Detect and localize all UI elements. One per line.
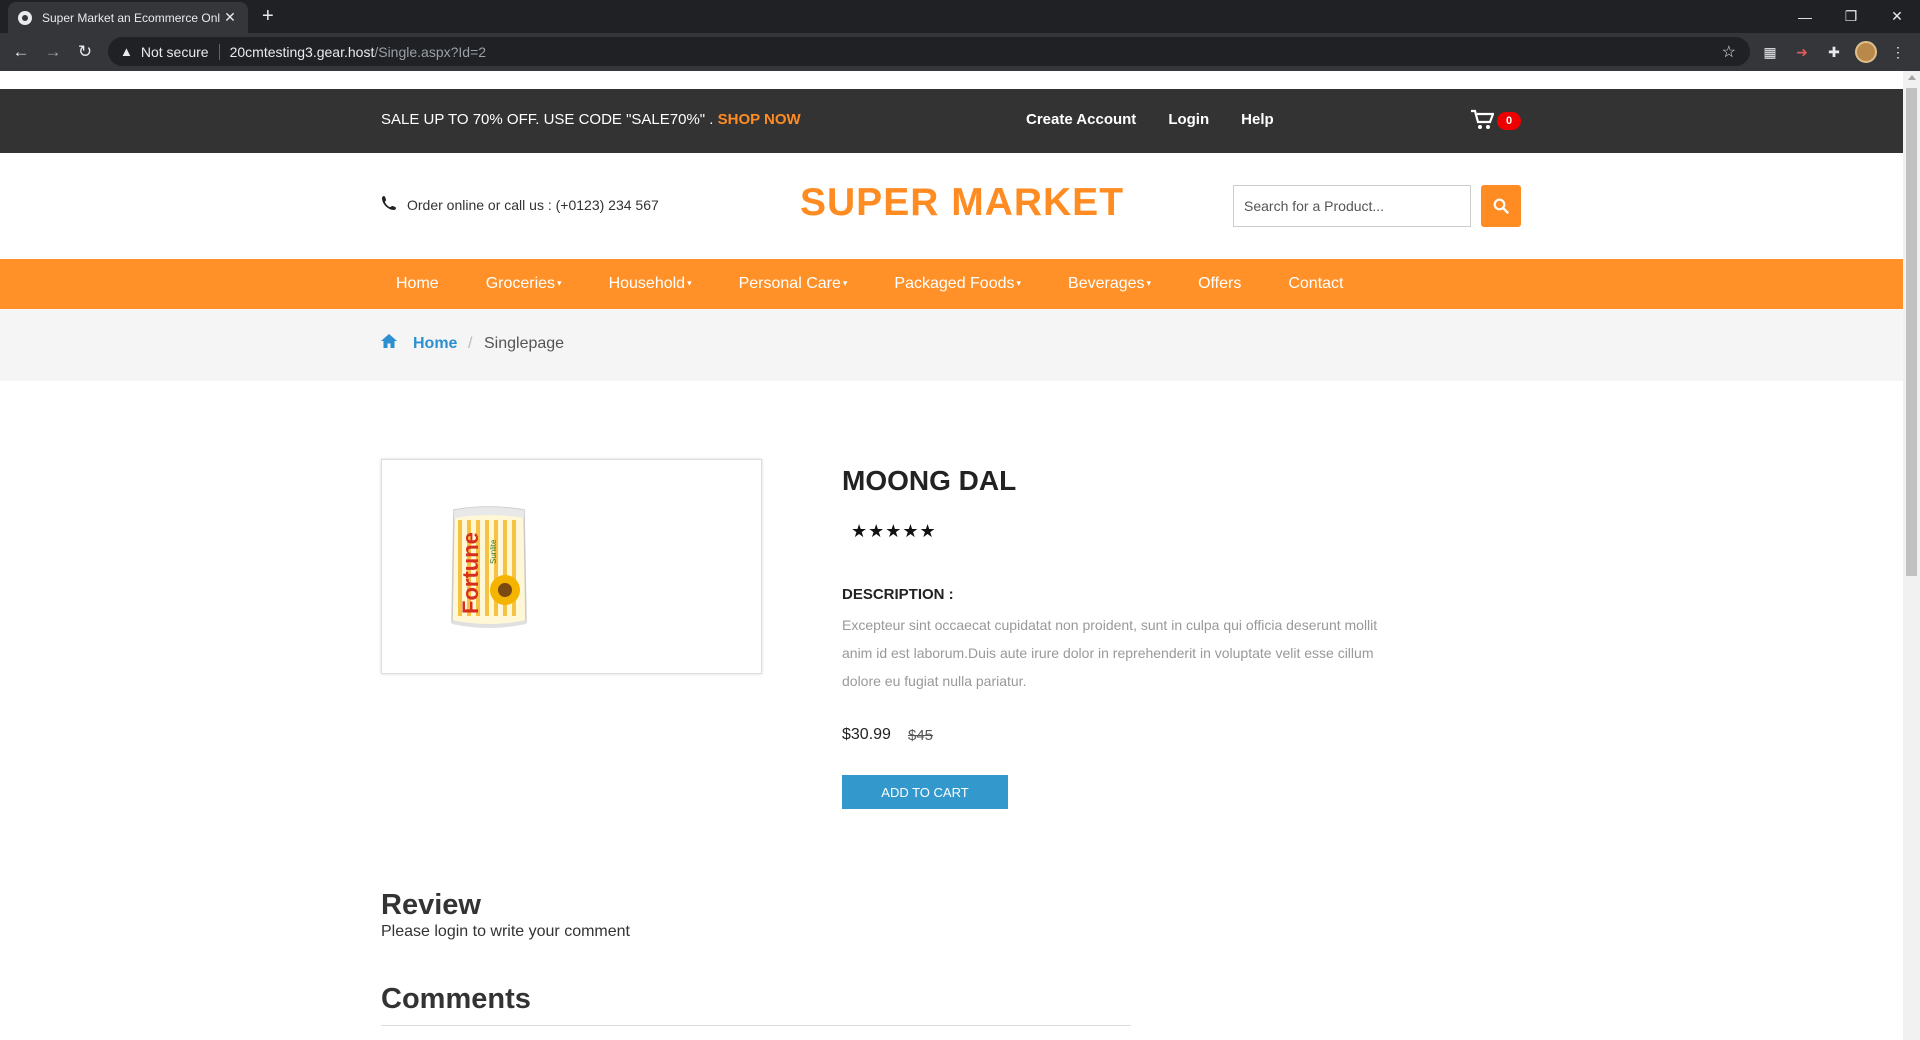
breadcrumb-home-link[interactable]: Home xyxy=(413,335,457,353)
close-tab-icon[interactable]: ✕ xyxy=(222,9,238,26)
promo-text: SALE UP TO 70% OFF. USE CODE "SALE70%" . xyxy=(381,111,714,128)
close-window-icon[interactable]: ✕ xyxy=(1874,0,1920,33)
nav-item-contact[interactable]: Contact xyxy=(1288,275,1343,293)
description-label: DESCRIPTION : xyxy=(842,586,954,603)
caret-down-icon: ▾ xyxy=(687,278,692,289)
scrollbar-thumb[interactable] xyxy=(1906,88,1917,576)
site-logo[interactable]: SUPER MARKET xyxy=(800,181,1124,225)
product-rating-stars: ★★★★★ xyxy=(851,521,937,541)
nav-item-home[interactable]: Home xyxy=(396,275,439,293)
create-account-link[interactable]: Create Account xyxy=(1026,111,1136,128)
nav-label: Personal Care xyxy=(738,275,841,292)
caret-down-icon: ▾ xyxy=(1146,278,1152,289)
main-nav: Home Groceries ▾ Household ▾ Personal Care… xyxy=(0,259,1903,309)
promo-banner: SALE UP TO 70% OFF. USE CODE "SALE70%" .… xyxy=(381,111,801,128)
url-host: 20cmtesting3.gear.host xyxy=(229,43,375,60)
nav-item-personal-care[interactable]: Personal Care ▾ xyxy=(739,275,848,293)
help-link[interactable]: Help xyxy=(1241,111,1274,128)
browser-tab[interactable]: Super Market an Ecommerce Onl ✕ xyxy=(8,2,248,33)
product-description: Excepteur sint occaecat cupidatat non pr… xyxy=(842,617,1378,689)
nav-item-packaged-foods[interactable]: Packaged Foods ▾ xyxy=(894,275,1021,293)
nav-label: Home xyxy=(396,275,439,292)
globe-icon xyxy=(18,10,32,25)
forward-icon[interactable]: → xyxy=(42,41,64,63)
product-price: $30.99 xyxy=(842,726,891,743)
svg-text:Sunlite: Sunlite xyxy=(489,539,498,564)
url-path: /Single.aspx?Id=2 xyxy=(374,43,487,60)
caret-down-icon: ▾ xyxy=(557,278,562,289)
nav-label: Packaged Foods xyxy=(894,275,1015,292)
extension-arrow-icon[interactable]: ➜ xyxy=(1792,42,1812,62)
search-button[interactable] xyxy=(1481,185,1521,227)
profile-avatar[interactable] xyxy=(1855,41,1877,63)
account-links: Create Account Login Help xyxy=(1026,111,1274,128)
caret-down-icon: ▾ xyxy=(1016,278,1022,289)
breadcrumb-current: Singlepage xyxy=(484,335,565,352)
breadcrumb-separator: / xyxy=(468,335,473,352)
comments-divider xyxy=(381,1025,1131,1026)
address-bar[interactable]: ▲ Not secure 20cmtesting3.gear.host/Sing… xyxy=(108,37,1750,66)
tab-title: Super Market an Ecommerce Onl xyxy=(42,10,221,25)
top-promo-bar: SALE UP TO 70% OFF. USE CODE "SALE70%" .… xyxy=(0,89,1903,153)
security-label: Not secure xyxy=(140,43,209,60)
cart-count-badge[interactable]: 0 xyxy=(1497,112,1521,130)
bookmark-star-icon[interactable]: ☆ xyxy=(1722,42,1736,62)
nav-item-beverages[interactable]: Beverages ▾ xyxy=(1068,275,1151,293)
page-viewport: SALE UP TO 70% OFF. USE CODE "SALE70%" .… xyxy=(0,71,1903,1040)
phone-icon xyxy=(381,195,397,215)
product-title: MOONG DAL xyxy=(842,465,1017,496)
back-icon[interactable]: ← xyxy=(10,41,32,63)
puzzle-icon[interactable]: ✚ xyxy=(1824,42,1844,62)
product-image[interactable]: Fortune Sunlite xyxy=(450,504,528,630)
nav-label: Groceries xyxy=(485,275,556,292)
svg-text:Fortune: Fortune xyxy=(458,532,483,614)
review-heading: Review xyxy=(381,889,481,921)
login-link[interactable]: Login xyxy=(1168,111,1209,128)
nav-label: Offers xyxy=(1198,275,1242,292)
product-search-input[interactable] xyxy=(1233,185,1471,227)
review-login-message: Please login to write your comment xyxy=(381,923,630,940)
caret-down-icon: ▾ xyxy=(842,278,848,289)
minimize-icon[interactable]: — xyxy=(1782,0,1828,33)
warning-icon: ▲ xyxy=(120,44,133,59)
nav-label: Contact xyxy=(1288,275,1344,292)
product-image-frame: Fortune Sunlite xyxy=(381,459,762,674)
menu-dots-icon[interactable]: ⋮ xyxy=(1888,42,1908,62)
scroll-up-icon[interactable] xyxy=(1908,75,1916,80)
omnibox-divider xyxy=(218,43,220,60)
restore-icon[interactable]: ❐ xyxy=(1828,0,1874,33)
breadcrumb: Home / Singlepage xyxy=(0,309,1903,381)
new-tab-icon[interactable]: + xyxy=(262,6,274,26)
shop-now-link[interactable]: SHOP NOW xyxy=(718,111,801,128)
contact-phone-text: Order online or call us : (+0123) 234 56… xyxy=(407,197,659,213)
page-scrollbar[interactable] xyxy=(1903,71,1920,1040)
nav-item-offers[interactable]: Offers xyxy=(1198,275,1241,293)
comments-heading: Comments xyxy=(381,983,531,1015)
nav-item-household[interactable]: Household ▾ xyxy=(609,275,692,293)
browser-toolbar: ← → ↻ ▲ Not secure 20cmtesting3.gear.hos… xyxy=(0,33,1920,71)
home-icon[interactable] xyxy=(380,333,398,354)
reload-icon[interactable]: ↻ xyxy=(74,41,96,63)
product-old-price: $45 xyxy=(908,727,934,744)
extension-icon[interactable]: ▦ xyxy=(1760,42,1780,62)
nav-label: Beverages xyxy=(1068,275,1145,292)
nav-label: Household xyxy=(608,275,686,292)
add-to-cart-button[interactable]: ADD TO CART xyxy=(842,775,1008,809)
browser-tab-bar: Super Market an Ecommerce Onl ✕ + — ❐ ✕ xyxy=(0,0,1920,33)
cart-icon[interactable] xyxy=(1470,109,1495,137)
site-header: Order online or call us : (+0123) 234 56… xyxy=(0,153,1903,259)
search-icon xyxy=(1493,198,1509,214)
nav-item-groceries[interactable]: Groceries ▾ xyxy=(486,275,562,293)
